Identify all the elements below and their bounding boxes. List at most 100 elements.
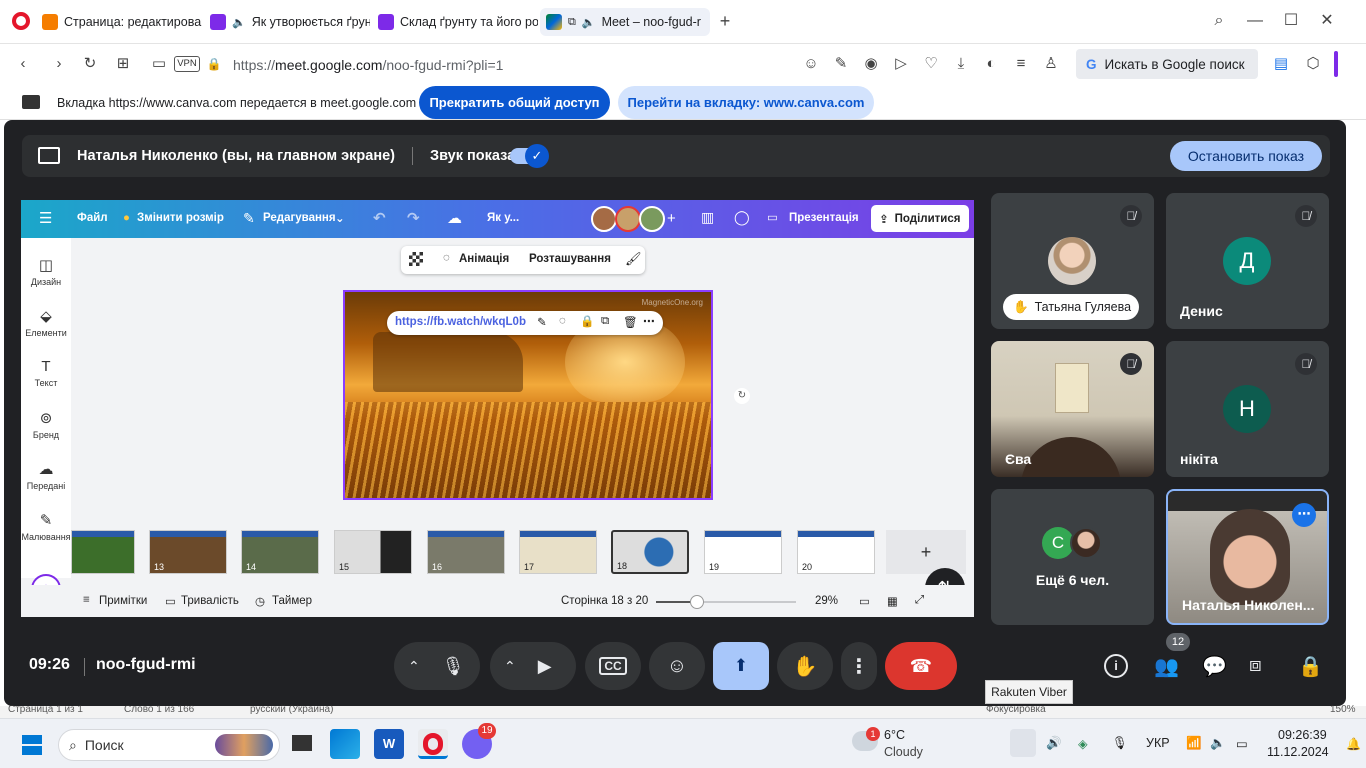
transparency-icon[interactable] xyxy=(409,252,423,266)
tab-meet[interactable]: ⧉ 🔈 Meet – noo-fgud-r xyxy=(540,8,710,36)
sidebar-item-elements[interactable]: ⬙ Елементи xyxy=(21,307,71,338)
raise-hand-button[interactable]: ✋ xyxy=(777,642,833,690)
present-now-button[interactable]: ⬆ xyxy=(713,642,769,690)
volume-icon[interactable]: 🔊 xyxy=(1046,736,1062,751)
back-icon[interactable]: ‹ xyxy=(12,53,34,75)
close-icon[interactable]: ✕ xyxy=(1316,10,1338,32)
wifi-icon[interactable]: 📶 xyxy=(1186,736,1202,751)
page-thumbnail[interactable]: 15 xyxy=(334,530,412,574)
search-tabs-icon[interactable]: ⌕ xyxy=(1208,10,1230,32)
share-button[interactable]: ⇪ Поділитися xyxy=(871,205,969,232)
rotate-handle-icon[interactable]: ↻ xyxy=(734,388,750,404)
viber-icon[interactable]: 19 xyxy=(462,723,496,759)
stop-sharing-button[interactable]: Прекратить общий доступ xyxy=(419,86,610,119)
heart-icon[interactable]: ♡ xyxy=(920,53,942,75)
stop-presenting-button[interactable]: Остановить показ xyxy=(1170,141,1322,171)
collaborators[interactable]: + xyxy=(591,206,687,232)
sidebar-item-uploads[interactable]: ☁ Передані xyxy=(21,460,71,491)
insights-icon[interactable]: ▥ xyxy=(701,209,714,226)
more-options-button[interactable]: ⋮ xyxy=(841,642,877,690)
clock-time[interactable]: 09:26:39 xyxy=(1278,728,1327,742)
battery-saver-icon[interactable]: ◐ xyxy=(980,53,1002,75)
editing-menu[interactable]: Редагування xyxy=(263,212,336,224)
sidebar-item-design[interactable]: ◫ Дизайн xyxy=(21,256,71,287)
language-indicator[interactable]: УКР xyxy=(1146,736,1170,750)
notification-icon[interactable]: 🔔 xyxy=(1346,737,1361,751)
tab-soil-composition[interactable]: Склад ґрунту та його род xyxy=(372,8,538,36)
go-to-tab-button[interactable]: Перейти на вкладку: www.canva.com xyxy=(618,86,874,119)
zoom-slider[interactable] xyxy=(656,595,796,609)
reactions-button[interactable]: ☺ xyxy=(649,642,705,690)
sidebar-icon[interactable]: ▤ xyxy=(1270,53,1292,75)
page-thumbnail[interactable]: 14 xyxy=(241,530,319,574)
minimize-icon[interactable]: — xyxy=(1244,10,1266,32)
zoom-value[interactable]: 29% xyxy=(815,595,838,607)
hamburger-icon[interactable]: ☰ xyxy=(39,209,52,227)
page-thumbnail[interactable]: 19 xyxy=(704,530,782,574)
opera-logo-icon[interactable] xyxy=(12,12,30,30)
sidebar-item-draw[interactable]: ✎ Малювання xyxy=(21,511,71,542)
speaker-tray-icon[interactable]: 🔈 xyxy=(1210,736,1226,751)
chevron-down-icon[interactable]: ⌄ xyxy=(335,211,345,225)
viber-tray-icon[interactable] xyxy=(1010,729,1036,757)
present-button[interactable]: Презентація xyxy=(789,212,859,224)
delete-icon[interactable]: 🗑 xyxy=(623,315,638,329)
design-title[interactable]: Як у... xyxy=(487,212,519,224)
redo-icon[interactable]: ↷ xyxy=(407,209,420,227)
google-search-box[interactable]: G Искать в Google поиск xyxy=(1076,49,1258,79)
speed-dial-icon[interactable]: ⊞ xyxy=(112,53,134,75)
participant-tile[interactable]: 🎙̸ Н нікіта xyxy=(1166,341,1329,477)
store-icon[interactable] xyxy=(330,729,360,759)
add-collaborator-icon[interactable]: + xyxy=(667,210,676,227)
leave-call-button[interactable]: ☎ xyxy=(885,642,957,690)
comment-icon[interactable]: ◯ xyxy=(734,209,750,226)
notes-button[interactable]: Примітки xyxy=(99,595,147,607)
duplicate-icon[interactable]: ⧉ xyxy=(601,315,609,328)
battery-icon[interactable]: ▭ xyxy=(1236,736,1248,751)
new-tab-button[interactable]: + xyxy=(714,10,736,32)
url-field[interactable]: https://meet.google.com/noo-fgud-rmi?pli… xyxy=(233,57,503,73)
animation-button[interactable]: Анімація xyxy=(459,253,509,265)
fullscreen-icon[interactable]: ⤢ xyxy=(915,594,924,607)
audio-options-button[interactable]: ⌃ 🎙 xyxy=(394,642,480,690)
word-icon[interactable]: W xyxy=(374,729,404,759)
microphone-icon[interactable]: 🎙 xyxy=(1112,736,1128,751)
participant-tile[interactable]: 🎙̸ ✋ Татьяна Гуляева xyxy=(991,193,1154,329)
page-thumbnail[interactable]: 20 xyxy=(797,530,875,574)
duration-button[interactable]: Тривалість xyxy=(181,595,239,607)
chat-icon[interactable]: 💬 xyxy=(1202,654,1227,679)
page-thumbnail[interactable]: 17 xyxy=(519,530,597,574)
paint-roller-icon[interactable]: 🖌 xyxy=(625,251,642,267)
taskbar-search[interactable]: ⌕ Поиск xyxy=(58,729,280,761)
page-thumbnail-current[interactable]: 18 xyxy=(611,530,689,574)
grid-view-icon[interactable]: ▦ xyxy=(887,594,898,608)
more-options-icon[interactable]: ⋯ xyxy=(1292,503,1316,527)
reload-icon[interactable]: ↻ xyxy=(79,53,101,75)
resize-menu[interactable]: Змінити розмір xyxy=(137,212,224,224)
comment-plus-icon[interactable]: ◌ xyxy=(559,315,566,327)
self-participant-tile[interactable]: ⋯ Наталья Николен... xyxy=(1166,489,1329,625)
clock-date[interactable]: 11.12.2024 xyxy=(1267,745,1329,759)
start-icon[interactable] xyxy=(22,735,42,755)
extensions-icon[interactable]: ⬡ xyxy=(1302,53,1324,75)
activities-icon[interactable]: ⧈ xyxy=(1249,654,1262,677)
video-options-button[interactable]: ⌃ ▶ xyxy=(490,642,576,690)
participant-tile[interactable]: 🎙̸ Д Денис xyxy=(1166,193,1329,329)
page-thumbnail[interactable] xyxy=(71,530,135,574)
page-view-icon[interactable]: ▭ xyxy=(859,594,870,608)
edit-link-icon[interactable]: ✎ xyxy=(537,315,547,329)
link-url[interactable]: https://fb.watch/wkqL0b xyxy=(395,316,526,328)
add-page-button[interactable]: + xyxy=(886,530,966,574)
captions-button[interactable]: CC xyxy=(585,642,641,690)
zoom-slider-thumb[interactable] xyxy=(689,595,704,609)
lock-element-icon[interactable]: 🔒 xyxy=(580,314,594,328)
participant-tile[interactable]: 🎙̸ Єва xyxy=(991,341,1154,477)
sidebar-item-text[interactable]: T Текст xyxy=(21,358,71,388)
meeting-details-icon[interactable]: i xyxy=(1104,654,1128,678)
send-icon[interactable]: ▷ xyxy=(890,53,912,75)
profile-icon[interactable]: ♙ xyxy=(1040,53,1062,75)
page-thumbnail[interactable]: 16 xyxy=(427,530,505,574)
sound-toggle[interactable]: ✓ xyxy=(510,144,549,168)
camera-icon[interactable]: ▭ xyxy=(148,53,170,75)
snapshot-icon[interactable]: ◉ xyxy=(860,53,882,75)
